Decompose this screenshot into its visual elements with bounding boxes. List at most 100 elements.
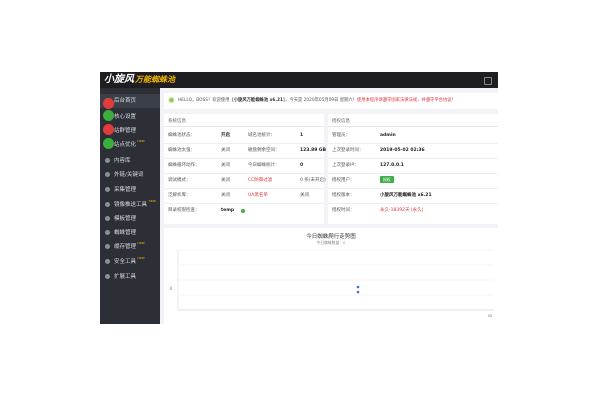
auth-value: 2019-05-02 02:36 xyxy=(380,148,425,153)
sidebar-item-6[interactable]: 外链/关键词 xyxy=(100,168,160,182)
auth-label: 授权时间： xyxy=(332,208,355,213)
info-value: 0 条(未开启) xyxy=(300,178,326,183)
ad-ball xyxy=(103,124,114,135)
auth-value: admin xyxy=(380,133,396,138)
sidebar-item-label: 核心设置 xyxy=(114,114,137,120)
info-label: 域名池统计： xyxy=(248,133,275,138)
new-badge: new xyxy=(137,256,145,260)
auth-label: 授权版本： xyxy=(332,193,355,198)
info-label: 今日蜘蛛统计： xyxy=(248,163,280,168)
auth-value: 127.0.0.1 xyxy=(380,163,404,168)
sun-icon: ✺ xyxy=(168,96,175,105)
ad-ball xyxy=(103,110,114,121)
content-icon xyxy=(105,158,110,163)
ad-graphic xyxy=(103,98,115,149)
auth-info-title: 授权信息 xyxy=(332,119,350,124)
welcome-text: HELLO，BOSS！欢迎使用【小旋风万能蜘蛛池 x6.21】，今天是 2020… xyxy=(178,98,456,103)
sidebar-item-label: 安全工具 xyxy=(114,259,137,265)
info-value: temp xyxy=(221,208,235,213)
sidebar-item-label: 外链/关键词 xyxy=(114,172,144,178)
shield-icon xyxy=(105,259,110,264)
system-info-row: 目录权限检查： temp xyxy=(164,204,324,218)
sidebar-item-9[interactable]: 模板管理 xyxy=(100,212,160,226)
chart-plot: 000 xyxy=(169,249,494,318)
ad-ball xyxy=(103,138,114,149)
sidebar-item-8[interactable]: 镜像推送工具 new xyxy=(100,198,160,212)
info-value: 123.89 GB xyxy=(300,148,327,153)
sidebar-item-13[interactable]: 扩展工具 xyxy=(100,270,160,284)
push-icon xyxy=(105,202,110,207)
info-label: 蜘蛛池太强： xyxy=(168,148,195,153)
fullscreen-icon[interactable] xyxy=(484,77,492,85)
info-label: 蜘蛛循环动作： xyxy=(168,163,200,168)
spider-icon xyxy=(105,230,110,235)
data-point xyxy=(356,285,360,289)
info-label: UA黑名单 xyxy=(248,193,268,198)
sidebar-item-label: 站群管理 xyxy=(114,128,137,134)
y-tick-label: 0 xyxy=(169,286,172,291)
info-label: CC防御过滤 xyxy=(248,178,273,183)
sidebar-item-label: 缓存管理 xyxy=(114,244,137,250)
sidebar-item-label: 模板管理 xyxy=(114,216,137,222)
sidebar-item-10[interactable]: 蜘蛛管理 xyxy=(100,226,160,240)
auth-info-row: 授权用户： 授权 xyxy=(328,174,498,188)
template-icon xyxy=(105,216,110,221)
auth-info-row: 管理员： admin xyxy=(328,129,498,143)
sidebar-item-12[interactable]: 安全工具 new xyxy=(100,255,160,269)
system-info-row: 蜘蛛池太强： 关闭 磁盘剩余空间： 123.89 GB xyxy=(164,144,327,158)
sidebar-item-label: 后台首页 xyxy=(114,98,137,104)
auth-time-value: 永久-18392天 (永久) xyxy=(380,208,424,213)
logo-main-text: 小旋风 xyxy=(104,74,134,85)
system-info-panel: 系统信息 蜘蛛池状态： 开启 域名池统计： 1 蜘蛛池太强： 关闭 磁盘剩余空间： 123.8… xyxy=(164,114,327,224)
info-label: 蜘蛛池状态： xyxy=(168,133,195,138)
info-value: 0 xyxy=(300,163,304,168)
data-point xyxy=(356,290,360,294)
info-value: 1 xyxy=(300,133,304,138)
x-tick-label: 00 xyxy=(488,314,493,318)
system-info-row: 蜘蛛池状态： 开启 域名池统计： 1 xyxy=(164,129,324,143)
system-info-title: 系统信息 xyxy=(168,119,186,124)
check-icon xyxy=(241,209,245,213)
sidebar: 后台首页 核心设置 站群管理 站点优化 new 内容库 外链/关键词 采集管理 镜像推送工具 ne… xyxy=(100,88,160,324)
auth-info-row: 上次登录时间： 2019-05-02 02:36 xyxy=(328,144,498,158)
auth-info-row: 授权时间： 永久-18392天 (永久) xyxy=(328,204,498,218)
authorize-badge[interactable]: 授权 xyxy=(380,176,394,183)
divider xyxy=(164,126,324,127)
ad-ball xyxy=(103,98,114,109)
system-info-row: 调试模式： 关闭 CC防御过滤 0 条(未开启) xyxy=(164,174,326,188)
auth-label: 上次登录IP： xyxy=(332,163,359,168)
sidebar-item-label: 蜘蛛管理 xyxy=(114,230,137,236)
auth-label: 授权用户： xyxy=(332,178,355,183)
info-value: 关闭 xyxy=(300,193,309,198)
logo-sub-text: 万能蜘蛛池 xyxy=(135,75,175,84)
top-header: 小旋风万能蜘蛛池 xyxy=(100,72,498,88)
system-info-row: 蜘蛛循环动作： 关闭 今日蜘蛛统计： 0 xyxy=(164,159,324,173)
new-badge: new xyxy=(137,139,145,143)
sidebar-item-label: 内容库 xyxy=(114,158,131,164)
info-label: 目录权限检查： xyxy=(168,208,200,213)
info-label: 磁盘剩余空间： xyxy=(248,148,280,153)
sidebar-item-7[interactable]: 采集管理 xyxy=(100,183,160,197)
collect-icon xyxy=(105,187,110,192)
authorize-button[interactable]: 授权 xyxy=(380,174,394,188)
info-value: 关闭 xyxy=(221,148,230,153)
auth-info-row: 授权版本： 小旋风万能蜘蛛池 x6.21 xyxy=(328,189,498,203)
info-value: 关闭 xyxy=(221,193,230,198)
sidebar-item-label: 扩展工具 xyxy=(114,274,137,280)
auth-value: 小旋风万能蜘蛛池 x6.21 xyxy=(380,193,432,198)
info-label: 泛解析库： xyxy=(168,193,191,198)
info-label: 调试模式： xyxy=(168,178,191,183)
info-value: 关闭 xyxy=(221,178,230,183)
auth-info-row: 上次登录IP： 127.0.0.1 xyxy=(328,159,498,173)
spider-trend-chart: 今日蜘蛛爬行走势图 今日蜘蛛数量：0 0 00 xyxy=(164,228,498,324)
tools-icon xyxy=(105,274,110,279)
sidebar-item-label: 站点优化 xyxy=(114,142,137,148)
sidebar-item-5[interactable]: 内容库 xyxy=(100,154,160,168)
new-badge: new xyxy=(137,241,145,245)
logo[interactable]: 小旋风万能蜘蛛池 xyxy=(104,72,175,88)
info-value: 开启 xyxy=(221,133,230,138)
sidebar-item-label: 镜像推送工具 xyxy=(114,202,148,208)
auth-label: 上次登录时间： xyxy=(332,148,364,153)
auth-label: 管理员： xyxy=(332,133,350,138)
sidebar-item-11[interactable]: 缓存管理 new xyxy=(100,240,160,254)
